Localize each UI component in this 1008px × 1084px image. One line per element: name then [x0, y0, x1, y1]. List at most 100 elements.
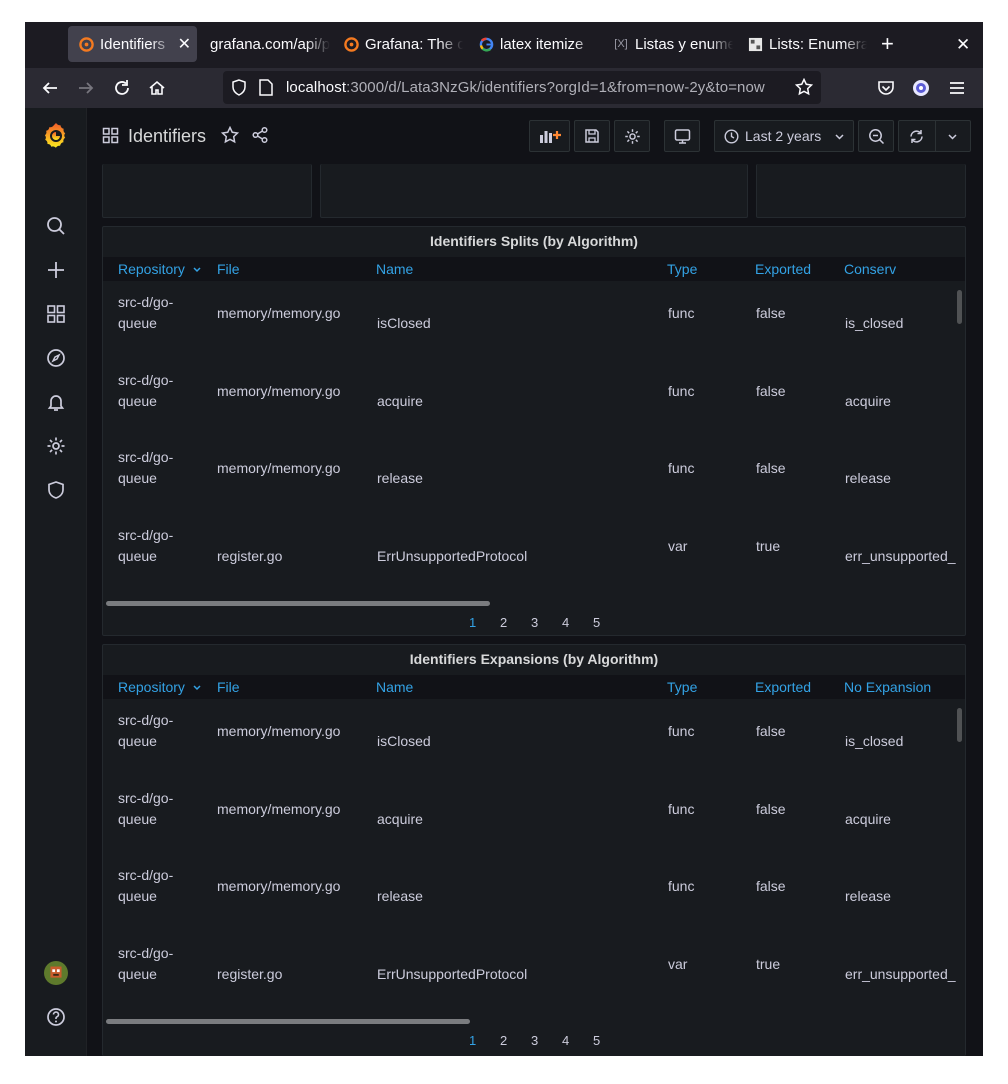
page-link[interactable]: 1: [469, 615, 476, 630]
tab-grafana-api[interactable]: grafana.com/api/plugins: [200, 26, 330, 62]
avatar[interactable]: [44, 961, 68, 985]
cell-type: var: [668, 956, 688, 972]
panel-title[interactable]: Identifiers Expansions (by Algorithm): [103, 651, 965, 667]
tab-identifiers[interactable]: Identifiers ✕: [68, 26, 197, 62]
cell-file: memory/memory.go: [217, 460, 341, 476]
cell-type: func: [668, 801, 695, 817]
tv-mode-button[interactable]: [664, 120, 700, 152]
cell-type: func: [668, 305, 695, 321]
menu-icon[interactable]: [945, 76, 969, 100]
page-link[interactable]: 5: [593, 615, 600, 630]
horizontal-scrollbar[interactable]: [106, 601, 490, 606]
chevron-down-icon: [834, 129, 845, 145]
table-row: src-d/go-queue register.go ErrUnsupporte…: [103, 515, 965, 592]
dashboards-icon[interactable]: [44, 302, 68, 326]
search-icon[interactable]: [44, 214, 68, 238]
time-picker[interactable]: Last 2 years: [714, 120, 854, 152]
table-row: src-d/go-queue memory/memory.go isClosed…: [103, 282, 965, 359]
grafana-logo-icon[interactable]: [39, 119, 73, 153]
panel-partial: [756, 164, 966, 218]
tab-latex-itemize[interactable]: latex itemize: [468, 26, 598, 62]
star-icon[interactable]: [220, 125, 240, 149]
pagination: 1 2 3 4 5: [469, 615, 600, 631]
new-tab-button[interactable]: +: [881, 33, 894, 55]
cell-exported: false: [756, 305, 786, 321]
table-row: src-d/go-queue memory/memory.go release …: [103, 855, 965, 932]
cell-name: acquire: [377, 811, 423, 827]
cell-repository: src-d/go-queue: [118, 372, 174, 409]
panel-partial: [102, 164, 312, 218]
page-link[interactable]: 3: [531, 615, 538, 630]
home-button[interactable]: [145, 76, 169, 100]
help-icon[interactable]: [44, 1005, 68, 1029]
cell-name: acquire: [377, 393, 423, 409]
shield-icon[interactable]: [231, 79, 247, 101]
add-panel-button[interactable]: [529, 120, 570, 152]
page-link[interactable]: 5: [593, 1033, 600, 1048]
zoom-out-button[interactable]: [858, 120, 894, 152]
shield-icon[interactable]: [44, 478, 68, 502]
bell-icon[interactable]: [44, 390, 68, 414]
close-tab-icon[interactable]: ✕: [178, 34, 191, 54]
refresh-button[interactable]: [898, 120, 971, 152]
dashboard-grid-icon: [102, 127, 119, 149]
dashboard-title[interactable]: Identifiers: [128, 126, 206, 147]
cell-exported: false: [756, 878, 786, 894]
page-icon[interactable]: [259, 79, 273, 101]
vertical-scrollbar[interactable]: [957, 708, 962, 742]
cell-no-expansion: acquire: [845, 811, 891, 827]
tab-lists-enumerate[interactable]: Lists: Enumerate: [737, 26, 867, 62]
gear-icon[interactable]: [44, 434, 68, 458]
page-link[interactable]: 4: [562, 615, 569, 630]
column-header-name[interactable]: Name: [376, 679, 413, 695]
column-header-name[interactable]: Name: [376, 261, 413, 277]
plus-icon[interactable]: [44, 258, 68, 282]
cell-name: release: [377, 888, 423, 904]
url-host: localhost: [286, 79, 347, 96]
share-icon[interactable]: [251, 126, 269, 149]
pagination: 1 2 3 4 5: [469, 1033, 600, 1049]
column-header-type[interactable]: Type: [667, 679, 697, 695]
panel-title[interactable]: Identifiers Splits (by Algorithm): [103, 233, 965, 249]
page-link[interactable]: 1: [469, 1033, 476, 1048]
column-header-exported[interactable]: Exported: [755, 679, 811, 695]
column-header-repository[interactable]: Repository: [118, 261, 202, 277]
forward-button[interactable]: [74, 76, 98, 100]
column-header-file[interactable]: File: [217, 261, 240, 277]
reload-button[interactable]: [110, 76, 134, 100]
compass-icon[interactable]: [44, 346, 68, 370]
page-link[interactable]: 2: [500, 1033, 507, 1048]
vertical-scrollbar[interactable]: [957, 290, 962, 324]
column-label: Repository: [118, 679, 185, 695]
window-close-button[interactable]: ✕: [956, 35, 970, 55]
cell-type: func: [668, 723, 695, 739]
column-header-file[interactable]: File: [217, 679, 240, 695]
account-icon[interactable]: [909, 76, 933, 100]
back-button[interactable]: [38, 76, 62, 100]
page-link[interactable]: 2: [500, 615, 507, 630]
tab-grafana-open[interactable]: Grafana: The open: [333, 26, 463, 62]
page-link[interactable]: 3: [531, 1033, 538, 1048]
bookmark-star-icon[interactable]: [794, 77, 814, 101]
cell-exported: true: [756, 538, 781, 554]
settings-button[interactable]: [614, 120, 650, 152]
column-header-repository[interactable]: Repository: [118, 679, 202, 695]
clock-icon: [724, 128, 739, 144]
tab-listas[interactable]: [X] Listas y enumeraciones: [603, 26, 733, 62]
page-link[interactable]: 4: [562, 1033, 569, 1048]
table-row: src-d/go-queue memory/memory.go acquire …: [103, 778, 965, 855]
column-header-conserv[interactable]: Conserv: [844, 261, 896, 277]
url-text[interactable]: localhost:3000/d/Lata3NzGk/identifiers?o…: [286, 79, 765, 96]
cell-exported: false: [756, 460, 786, 476]
url-bar[interactable]: localhost:3000/d/Lata3NzGk/identifiers?o…: [223, 71, 821, 104]
column-header-exported[interactable]: Exported: [755, 261, 811, 277]
cell-file: memory/memory.go: [217, 383, 341, 399]
cell-repository: src-d/go-queue: [118, 294, 174, 331]
horizontal-scrollbar[interactable]: [106, 1019, 470, 1024]
column-header-type[interactable]: Type: [667, 261, 697, 277]
panel-partial: [320, 164, 748, 218]
save-button[interactable]: [574, 120, 610, 152]
pocket-icon[interactable]: [874, 76, 898, 100]
column-header-no-expansion[interactable]: No Expansion: [844, 679, 931, 695]
chevron-down-icon[interactable]: [935, 131, 970, 142]
